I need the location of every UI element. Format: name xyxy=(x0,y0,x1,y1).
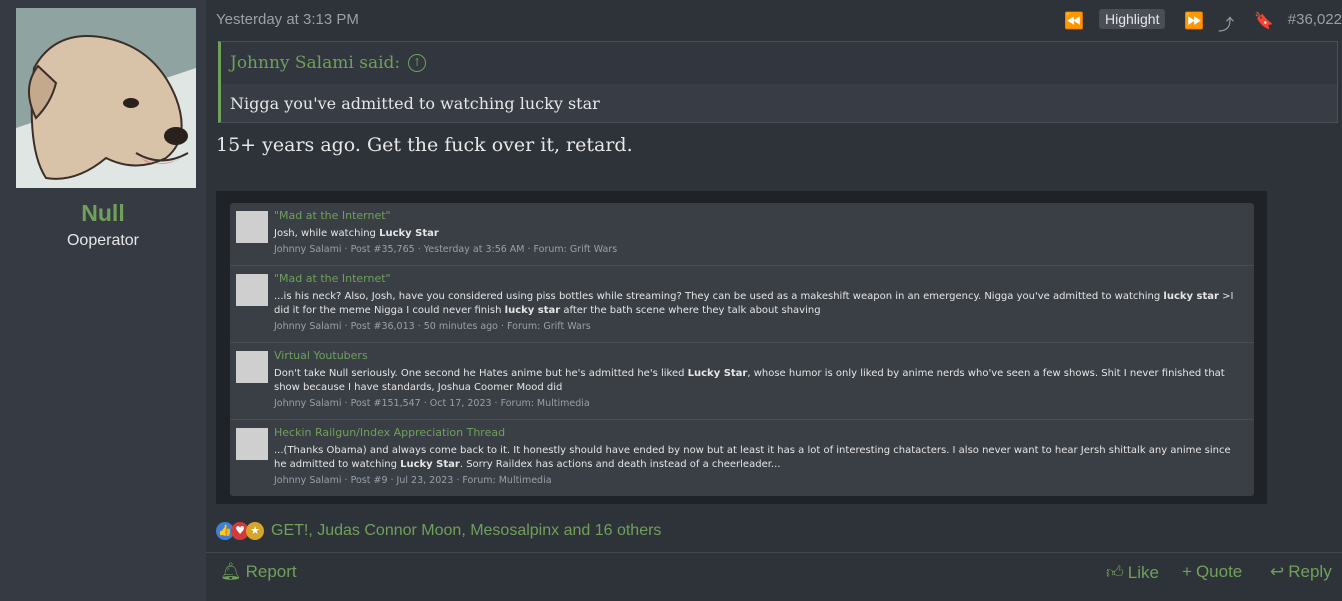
quote-button[interactable]: + Quote xyxy=(1182,562,1242,582)
result-title[interactable]: "Mad at the Internet" xyxy=(274,272,391,285)
search-result[interactable]: Virtual Youtubers Don't take Null seriou… xyxy=(230,343,1254,420)
user-title: Ooperator xyxy=(66,232,140,249)
result-meta: Johnny Salami · Post #9 · Jul 23, 2023 ·… xyxy=(274,475,552,486)
post-header: Yesterday at 3:13 PM ⏪ Highlight ⏩ ⤴ 🔖 #… xyxy=(216,9,1342,35)
search-result[interactable]: Heckin Railgun/Index Appreciation Thread… xyxy=(230,420,1254,496)
like-button[interactable]: 👍︎ Like xyxy=(1106,562,1159,583)
post-timestamp[interactable]: Yesterday at 3:13 PM xyxy=(216,11,359,28)
medal-icon: ★ xyxy=(246,522,264,540)
bookmark-icon[interactable]: 🔖 xyxy=(1254,11,1274,30)
search-result[interactable]: "Mad at the Internet" Josh, while watchi… xyxy=(230,203,1254,266)
quote-label: Quote xyxy=(1195,562,1243,581)
result-avatar xyxy=(236,351,268,383)
search-result[interactable]: "Mad at the Internet" ...is his neck? Al… xyxy=(230,266,1254,343)
result-avatar xyxy=(236,274,268,306)
result-snippet: Josh, while watching Lucky Star xyxy=(274,228,439,239)
quote-text: Nigga you've admitted to watching lucky … xyxy=(221,84,1337,122)
embedded-screenshot[interactable]: "Mad at the Internet" Josh, while watchi… xyxy=(216,191,1267,504)
reactions-list[interactable]: GET!, Judas Connor Moon, Mesosalpinx and… xyxy=(271,522,661,540)
share-icon[interactable]: ⤴ xyxy=(1218,11,1234,35)
result-title[interactable]: "Mad at the Internet" xyxy=(274,209,391,222)
report-button[interactable]: 🔔︎ Report xyxy=(220,562,297,582)
result-avatar xyxy=(236,428,268,460)
plus-icon: + xyxy=(1182,562,1192,581)
post-body: Yesterday at 3:13 PM ⏪ Highlight ⏩ ⤴ 🔖 #… xyxy=(206,0,1342,601)
result-title[interactable]: Virtual Youtubers xyxy=(274,349,368,362)
quote-author[interactable]: Johnny Salami said: xyxy=(230,53,400,73)
post-number[interactable]: #36,022 xyxy=(1288,11,1342,28)
dog-avatar-icon xyxy=(16,8,196,188)
result-title[interactable]: Heckin Railgun/Index Appreciation Thread xyxy=(274,426,505,439)
result-meta: Johnny Salami · Post #151,547 · Oct 17, … xyxy=(274,398,590,409)
user-avatar[interactable] xyxy=(16,8,196,188)
reply-label: Reply xyxy=(1288,562,1332,581)
post-footer: 🔔︎ Report 👍︎ Like + Quote ↩ Reply xyxy=(206,553,1342,597)
reply-arrow-icon: ↩ xyxy=(1270,562,1285,581)
user-sidebar: Null Ooperator xyxy=(0,0,206,601)
report-label: Report xyxy=(245,562,297,581)
reactions-bar: 👍 ♥ ★ GET!, Judas Connor Moon, Mesosalpi… xyxy=(216,519,661,543)
reply-button[interactable]: ↩ Reply xyxy=(1270,562,1332,582)
result-snippet: ...(Thanks Obama) and always come back t… xyxy=(274,445,1231,470)
like-label: Like xyxy=(1127,562,1159,582)
search-results-list: "Mad at the Internet" Josh, while watchi… xyxy=(230,203,1254,496)
fast-forward-icon[interactable]: ⏩ xyxy=(1184,11,1204,30)
result-snippet: ...is his neck? Also, Josh, have you con… xyxy=(274,291,1234,316)
result-meta: Johnny Salami · Post #36,013 · 50 minute… xyxy=(274,321,591,332)
quote-block: Johnny Salami said: ↑ Nigga you've admit… xyxy=(218,41,1338,123)
rewind-icon[interactable]: ⏪ xyxy=(1064,11,1084,30)
bell-icon: 🔔︎ xyxy=(220,562,242,581)
result-meta: Johnny Salami · Post #35,765 · Yesterday… xyxy=(274,244,618,255)
result-avatar xyxy=(236,211,268,243)
quote-header: Johnny Salami said: ↑ xyxy=(221,42,1337,84)
post-message: 15+ years ago. Get the fuck over it, ret… xyxy=(216,134,633,156)
thumbs-up-outline-icon: 👍︎ xyxy=(1106,563,1124,582)
highlight-button[interactable]: Highlight xyxy=(1099,9,1166,29)
result-snippet: Don't take Null seriously. One second he… xyxy=(274,368,1225,393)
arrow-up-icon[interactable]: ↑ xyxy=(408,54,427,72)
username[interactable]: Null xyxy=(0,200,206,227)
